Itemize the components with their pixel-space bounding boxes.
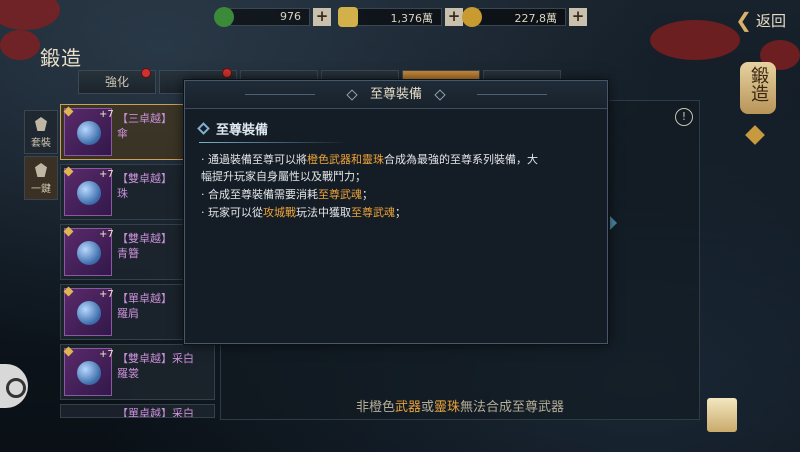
- robe-icon: [77, 361, 101, 385]
- item-level: +7: [99, 169, 114, 180]
- list-item[interactable]: +7 【雙卓越】采白 羅裳: [60, 344, 215, 400]
- dialog-title: 至尊裝備: [369, 87, 422, 102]
- shoulder-icon: [77, 301, 101, 325]
- dialog-header: 至尊裝備: [185, 81, 607, 109]
- diamond-icon: [197, 122, 210, 135]
- resource-coin: 227,8萬 +: [462, 6, 587, 28]
- page-title: 鍛造: [40, 46, 82, 70]
- side-tab-set[interactable]: 套裝: [24, 110, 58, 154]
- tab-strengthen[interactable]: 強化: [78, 68, 156, 94]
- divider: [199, 142, 349, 143]
- info-dialog: 至尊裝備 至尊裝備 · 通過裝備至尊可以將橙色武器和靈珠合成為最強的至尊系列裝備…: [184, 80, 608, 344]
- hairpin-icon: [77, 241, 101, 265]
- item-name: 【單卓越】采白: [117, 407, 194, 418]
- item-name: 【雙卓越】采白 羅裳: [117, 352, 194, 380]
- diamond-ornament-icon: [434, 88, 446, 101]
- armor-icon: [35, 117, 47, 131]
- list-item[interactable]: 【單卓越】采白: [60, 404, 215, 418]
- notification-dot: [141, 68, 151, 78]
- info-line: · 通過裝備至尊可以將橙色武器和靈珠合成為最強的至尊系列裝備，大 幅提升玩家自身屬…: [201, 153, 538, 183]
- item-level: +7: [99, 349, 114, 360]
- diamond-ornament-icon: [346, 88, 358, 101]
- info-line: · 合成至尊裝備需要消耗至尊武魂；: [201, 188, 373, 201]
- umbrella-icon: [77, 121, 101, 145]
- gold-ingot-icon: [338, 7, 358, 27]
- lantern-icon[interactable]: [707, 398, 737, 432]
- resource-gold: 1,376萬 +: [338, 6, 463, 28]
- dialog-body: · 通過裝備至尊可以將橙色武器和靈珠合成為最強的至尊系列裝備，大 幅提升玩家自身屬…: [201, 151, 593, 221]
- jade-icon: [214, 7, 234, 27]
- blossom-decoration: [650, 20, 740, 60]
- armor-icon: [35, 163, 47, 177]
- info-line: · 玩家可以從攻城戰玩法中獲取至尊武魂；: [201, 206, 406, 219]
- add-jade-button[interactable]: +: [313, 8, 331, 26]
- add-coin-button[interactable]: +: [569, 8, 587, 26]
- orb-icon: [77, 181, 101, 205]
- arrow-right-icon[interactable]: [610, 216, 617, 230]
- item-level: +7: [99, 289, 114, 300]
- chevron-left-icon: ❮: [735, 8, 752, 32]
- resource-value: 1,376萬: [354, 8, 442, 26]
- resource-value: 227,8萬: [478, 8, 566, 26]
- dialog-subtitle: 至尊裝備: [197, 119, 607, 138]
- help-icon[interactable]: !: [675, 108, 693, 126]
- resource-jade: 976 +: [214, 6, 331, 28]
- blossom-decoration: [0, 30, 40, 60]
- item-level: +7: [99, 109, 114, 120]
- back-label: 返回: [755, 11, 786, 30]
- add-gold-button[interactable]: +: [445, 8, 463, 26]
- side-tabs: 套裝 一鍵: [24, 110, 58, 202]
- forge-badge-icon[interactable]: 鍛造: [740, 62, 776, 114]
- item-level: +7: [99, 229, 114, 240]
- forge-notice: 非橙色武器或靈珠無法合成至尊武器: [355, 400, 565, 415]
- side-tab-onekey[interactable]: 一鍵: [24, 156, 58, 200]
- resource-value: 976: [230, 8, 310, 26]
- coin-icon: [462, 7, 482, 27]
- back-button[interactable]: ❮ 返回: [735, 8, 786, 32]
- notification-dot: [222, 68, 232, 78]
